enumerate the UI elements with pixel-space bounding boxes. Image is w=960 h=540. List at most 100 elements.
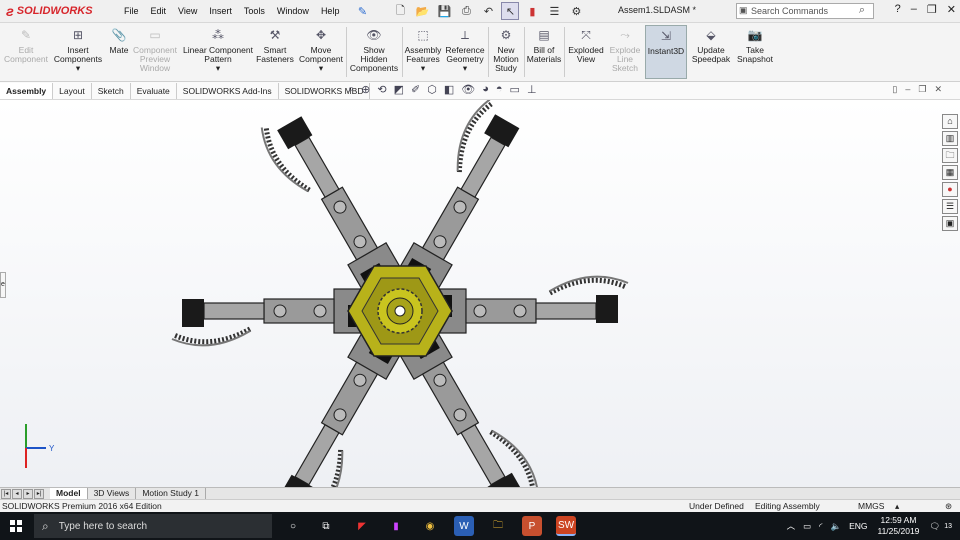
reference-geometry-button[interactable]: ⟂ Reference Geometry ▾ [444, 27, 486, 73]
file-explorer-taskbar-icon[interactable]: 🗀 [488, 516, 508, 536]
search-icon[interactable]: ⌕ [859, 4, 865, 17]
tab-addins[interactable]: SOLIDWORKS Add-Ins [177, 82, 279, 99]
tab-model[interactable]: Model [50, 488, 88, 499]
chrome-icon[interactable]: ◉ [420, 516, 440, 536]
update-speedpak-button[interactable]: ⬙ Update Speedpak [690, 27, 732, 64]
new-document-icon[interactable]: 🗋 [391, 2, 409, 20]
linear-pattern-button[interactable]: ⁂ Linear Component Pattern ▾ [180, 27, 256, 73]
view-settings-icon[interactable]: ▭ [510, 83, 520, 96]
move-component-button[interactable]: ✥ Move Component ▾ [298, 27, 344, 73]
robot-leg[interactable] [172, 289, 378, 345]
view-palette-icon[interactable]: ▦ [942, 165, 958, 180]
component-preview-button[interactable]: ▭ Component Preview Window [132, 27, 178, 73]
open-icon[interactable]: 📂 [413, 2, 431, 20]
restore-icon[interactable]: ❐ [927, 3, 937, 16]
smart-fasteners-button[interactable]: ⚒ Smart Fasteners [256, 27, 294, 64]
show-hidden-button[interactable]: 👁 Show Hidden Components [348, 27, 400, 73]
explode-line-sketch-button[interactable]: ⤳ Explode Line Sketch [606, 27, 644, 73]
insert-components-button[interactable]: ⊞ Insert Components ▾ [52, 27, 104, 73]
mate-button[interactable]: 📎 Mate [106, 27, 132, 55]
assembly-model[interactable]: Y [0, 100, 960, 487]
new-motion-study-button[interactable]: ⚙ New Motion Study [490, 27, 522, 73]
view-orientation-icon[interactable]: ⬡ [427, 83, 437, 96]
tab-motion-study[interactable]: Motion Study 1 [136, 488, 207, 499]
first-tab-icon[interactable]: |◂ [1, 488, 11, 499]
edit-component-button[interactable]: ✎ Edit Component [4, 27, 48, 64]
status-help-icon[interactable]: ⊛ [945, 500, 952, 512]
hide-show-items-icon[interactable]: 👁 [461, 83, 475, 96]
language-indicator[interactable]: ENG [849, 521, 867, 531]
file-properties-icon[interactable]: ☰ [545, 2, 563, 20]
design-library-icon[interactable]: ▥ [942, 131, 958, 146]
prev-tab-icon[interactable]: ◂ [12, 488, 22, 499]
menu-tools[interactable]: Tools [238, 6, 271, 16]
viewport-split-icon[interactable]: ▯ [892, 84, 897, 95]
pin-icon[interactable]: ✎ [353, 2, 371, 20]
solidworks-taskbar-icon[interactable]: SW [556, 516, 576, 536]
edit-appearance-icon[interactable]: ◕ [482, 83, 489, 96]
wifi-icon[interactable]: ◜ [819, 521, 822, 532]
last-tab-icon[interactable]: ▸| [34, 488, 44, 499]
menu-insert[interactable]: Insert [203, 6, 238, 16]
save-icon[interactable]: 💾 [435, 2, 453, 20]
take-snapshot-button[interactable]: 📷 Take Snapshot [734, 27, 776, 64]
tab-sketch[interactable]: Sketch [92, 82, 131, 99]
file-explorer-icon[interactable]: 🗀 [942, 148, 958, 163]
assembly-features-button[interactable]: ⬚ Assembly Features ▾ [404, 27, 442, 73]
viewport-minimize-icon[interactable]: – [905, 84, 910, 95]
clock[interactable]: 12:59 AM 11/25/2019 [877, 515, 919, 537]
menu-help[interactable]: Help [315, 6, 346, 16]
menu-file[interactable]: File [118, 6, 145, 16]
tab-3d-views[interactable]: 3D Views [88, 488, 137, 499]
action-center-icon[interactable]: 🗨 [929, 521, 940, 532]
close-icon[interactable]: ✕ [947, 3, 956, 16]
section-view-icon[interactable]: ◩ [394, 83, 404, 96]
search-commands-input[interactable]: ▣ Search Commands ⌕ [736, 3, 874, 19]
zoom-to-area-icon[interactable]: ⊕ [361, 83, 370, 96]
menu-view[interactable]: View [172, 6, 203, 16]
custom-properties-icon[interactable]: ☰ [942, 199, 958, 214]
select-icon[interactable]: ↖ [501, 2, 520, 20]
next-tab-icon[interactable]: ▸ [23, 488, 33, 499]
dynamic-annotation-icon[interactable]: ✐ [411, 83, 420, 96]
tab-evaluate[interactable]: Evaluate [131, 82, 177, 99]
graphics-area[interactable]: e Y ⌂ ▥ 🗀 ▦ ● ☰ ▣ [0, 100, 960, 487]
exploded-view-button[interactable]: ⤧ Exploded View [566, 27, 606, 64]
bill-of-materials-button[interactable]: ▤ Bill of Materials [526, 27, 562, 64]
rebuild-icon[interactable]: ▮ [523, 2, 541, 20]
home-icon[interactable]: ⌂ [942, 114, 958, 129]
app-icon-purple[interactable]: ▮ [386, 516, 406, 536]
display-style-icon[interactable]: ◧ [444, 83, 454, 96]
task-view-icon[interactable]: ⧉ [316, 516, 336, 536]
units-dropdown-icon[interactable]: ▴ [895, 500, 899, 512]
taskbar-search-input[interactable]: ⌕ Type here to search [34, 514, 272, 538]
windows-start-icon[interactable] [10, 520, 22, 532]
help-icon[interactable]: ? [895, 3, 901, 16]
triad-icon[interactable]: ⊥ [527, 83, 537, 96]
undo-icon[interactable]: ↶ [479, 2, 497, 20]
apply-scene-icon[interactable]: ◓ [496, 83, 503, 96]
tab-layout[interactable]: Layout [53, 82, 92, 99]
zoom-to-fit-icon[interactable]: ⌕ [348, 83, 354, 96]
cortana-icon[interactable]: ○ [283, 516, 303, 536]
tray-chevron-icon[interactable]: ︿ [787, 520, 796, 532]
word-icon[interactable]: W [454, 516, 474, 536]
forum-icon[interactable]: ▣ [942, 216, 958, 231]
previous-view-icon[interactable]: ⟲ [377, 83, 386, 96]
volume-icon[interactable]: 🔈 [830, 521, 841, 532]
instant3d-button[interactable]: ⇲ Instant3D [645, 25, 687, 79]
appearances-icon[interactable]: ● [942, 182, 958, 197]
menu-window[interactable]: Window [271, 6, 315, 16]
options-gear-icon[interactable]: ⚙ [567, 2, 585, 20]
print-icon[interactable]: ⎙ [457, 2, 475, 20]
unit-system[interactable]: MMGS [858, 500, 884, 512]
minimize-icon[interactable]: – [911, 3, 917, 16]
app-icon-red[interactable]: ◤ [352, 516, 372, 536]
tab-assembly[interactable]: Assembly [0, 82, 54, 99]
battery-icon[interactable]: ▭ [803, 521, 811, 532]
viewport-restore-icon[interactable]: ❐ [918, 84, 926, 95]
robot-leg[interactable] [422, 277, 628, 333]
menu-edit[interactable]: Edit [145, 6, 173, 16]
powerpoint-icon[interactable]: P [522, 516, 542, 536]
viewport-close-icon[interactable]: ✕ [934, 84, 942, 95]
